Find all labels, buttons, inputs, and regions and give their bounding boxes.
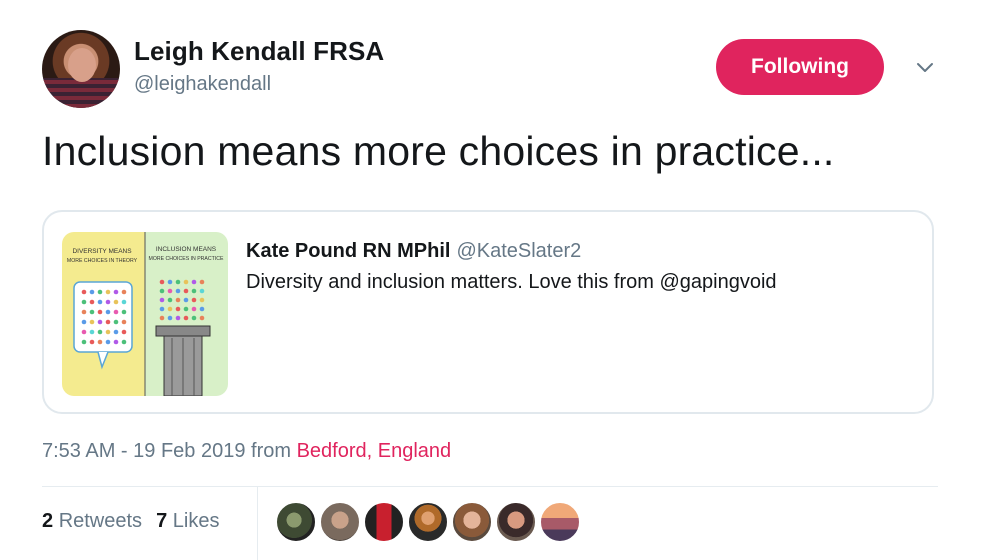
quoted-display-name: Kate Pound RN MPhil bbox=[246, 240, 451, 262]
likes-count: 7 bbox=[156, 510, 168, 532]
following-button[interactable]: Following bbox=[716, 39, 884, 95]
likes-stat[interactable]: 7 Likes bbox=[156, 510, 219, 532]
quoted-text: Diversity and inclusion matters. Love th… bbox=[246, 271, 777, 293]
quoted-handle: @KateSlater2 bbox=[456, 240, 582, 262]
image-left-caption-1: DIVERSITY MEANS bbox=[72, 248, 132, 255]
avatar-face bbox=[68, 48, 96, 82]
timestamp-text: 7:53 AM - 19 Feb 2019 from bbox=[42, 440, 297, 462]
stats-vertical-divider bbox=[257, 487, 258, 560]
tweet-timestamp: 7:53 AM - 19 Feb 2019 from Bedford, Engl… bbox=[42, 440, 451, 463]
author-handle[interactable]: @leighakendall bbox=[134, 73, 271, 96]
quoted-author: Kate Pound RN MPhil @KateSlater2 bbox=[246, 240, 581, 263]
chevron-down-icon[interactable] bbox=[914, 56, 936, 78]
location-link[interactable]: Bedford, England bbox=[297, 440, 452, 462]
likers-avatars bbox=[276, 502, 584, 544]
liker-avatar[interactable] bbox=[452, 502, 492, 542]
likes-label: Likes bbox=[172, 510, 220, 532]
author-display-name[interactable]: Leigh Kendall FRSA bbox=[134, 36, 384, 67]
liker-avatar[interactable] bbox=[320, 502, 360, 542]
quoted-tweet-card[interactable]: DIVERSITY MEANS MORE CHOICES IN THEORY I… bbox=[42, 210, 934, 414]
avatar-shirt bbox=[42, 78, 120, 108]
liker-avatar[interactable] bbox=[364, 502, 404, 542]
liker-avatar[interactable] bbox=[408, 502, 448, 542]
retweets-count: 2 bbox=[42, 510, 54, 532]
liker-avatar[interactable] bbox=[540, 502, 580, 542]
tweet-stats: 2 Retweets 7 Likes bbox=[42, 510, 219, 533]
author-avatar[interactable] bbox=[42, 30, 120, 108]
retweets-label: Retweets bbox=[58, 510, 143, 532]
image-right-caption-2: MORE CHOICES IN PRACTICE bbox=[149, 256, 224, 262]
tweet-text: Inclusion means more choices in practice… bbox=[42, 128, 835, 174]
image-right-caption-1: INCLUSION MEANS bbox=[156, 246, 217, 253]
image-left-caption-2: MORE CHOICES IN THEORY bbox=[67, 258, 138, 264]
stats-divider bbox=[42, 486, 938, 487]
quoted-tweet-image[interactable]: DIVERSITY MEANS MORE CHOICES IN THEORY I… bbox=[62, 232, 228, 396]
retweets-stat[interactable]: 2 Retweets bbox=[42, 510, 142, 532]
liker-avatar[interactable] bbox=[496, 502, 536, 542]
liker-avatar[interactable] bbox=[276, 502, 316, 542]
